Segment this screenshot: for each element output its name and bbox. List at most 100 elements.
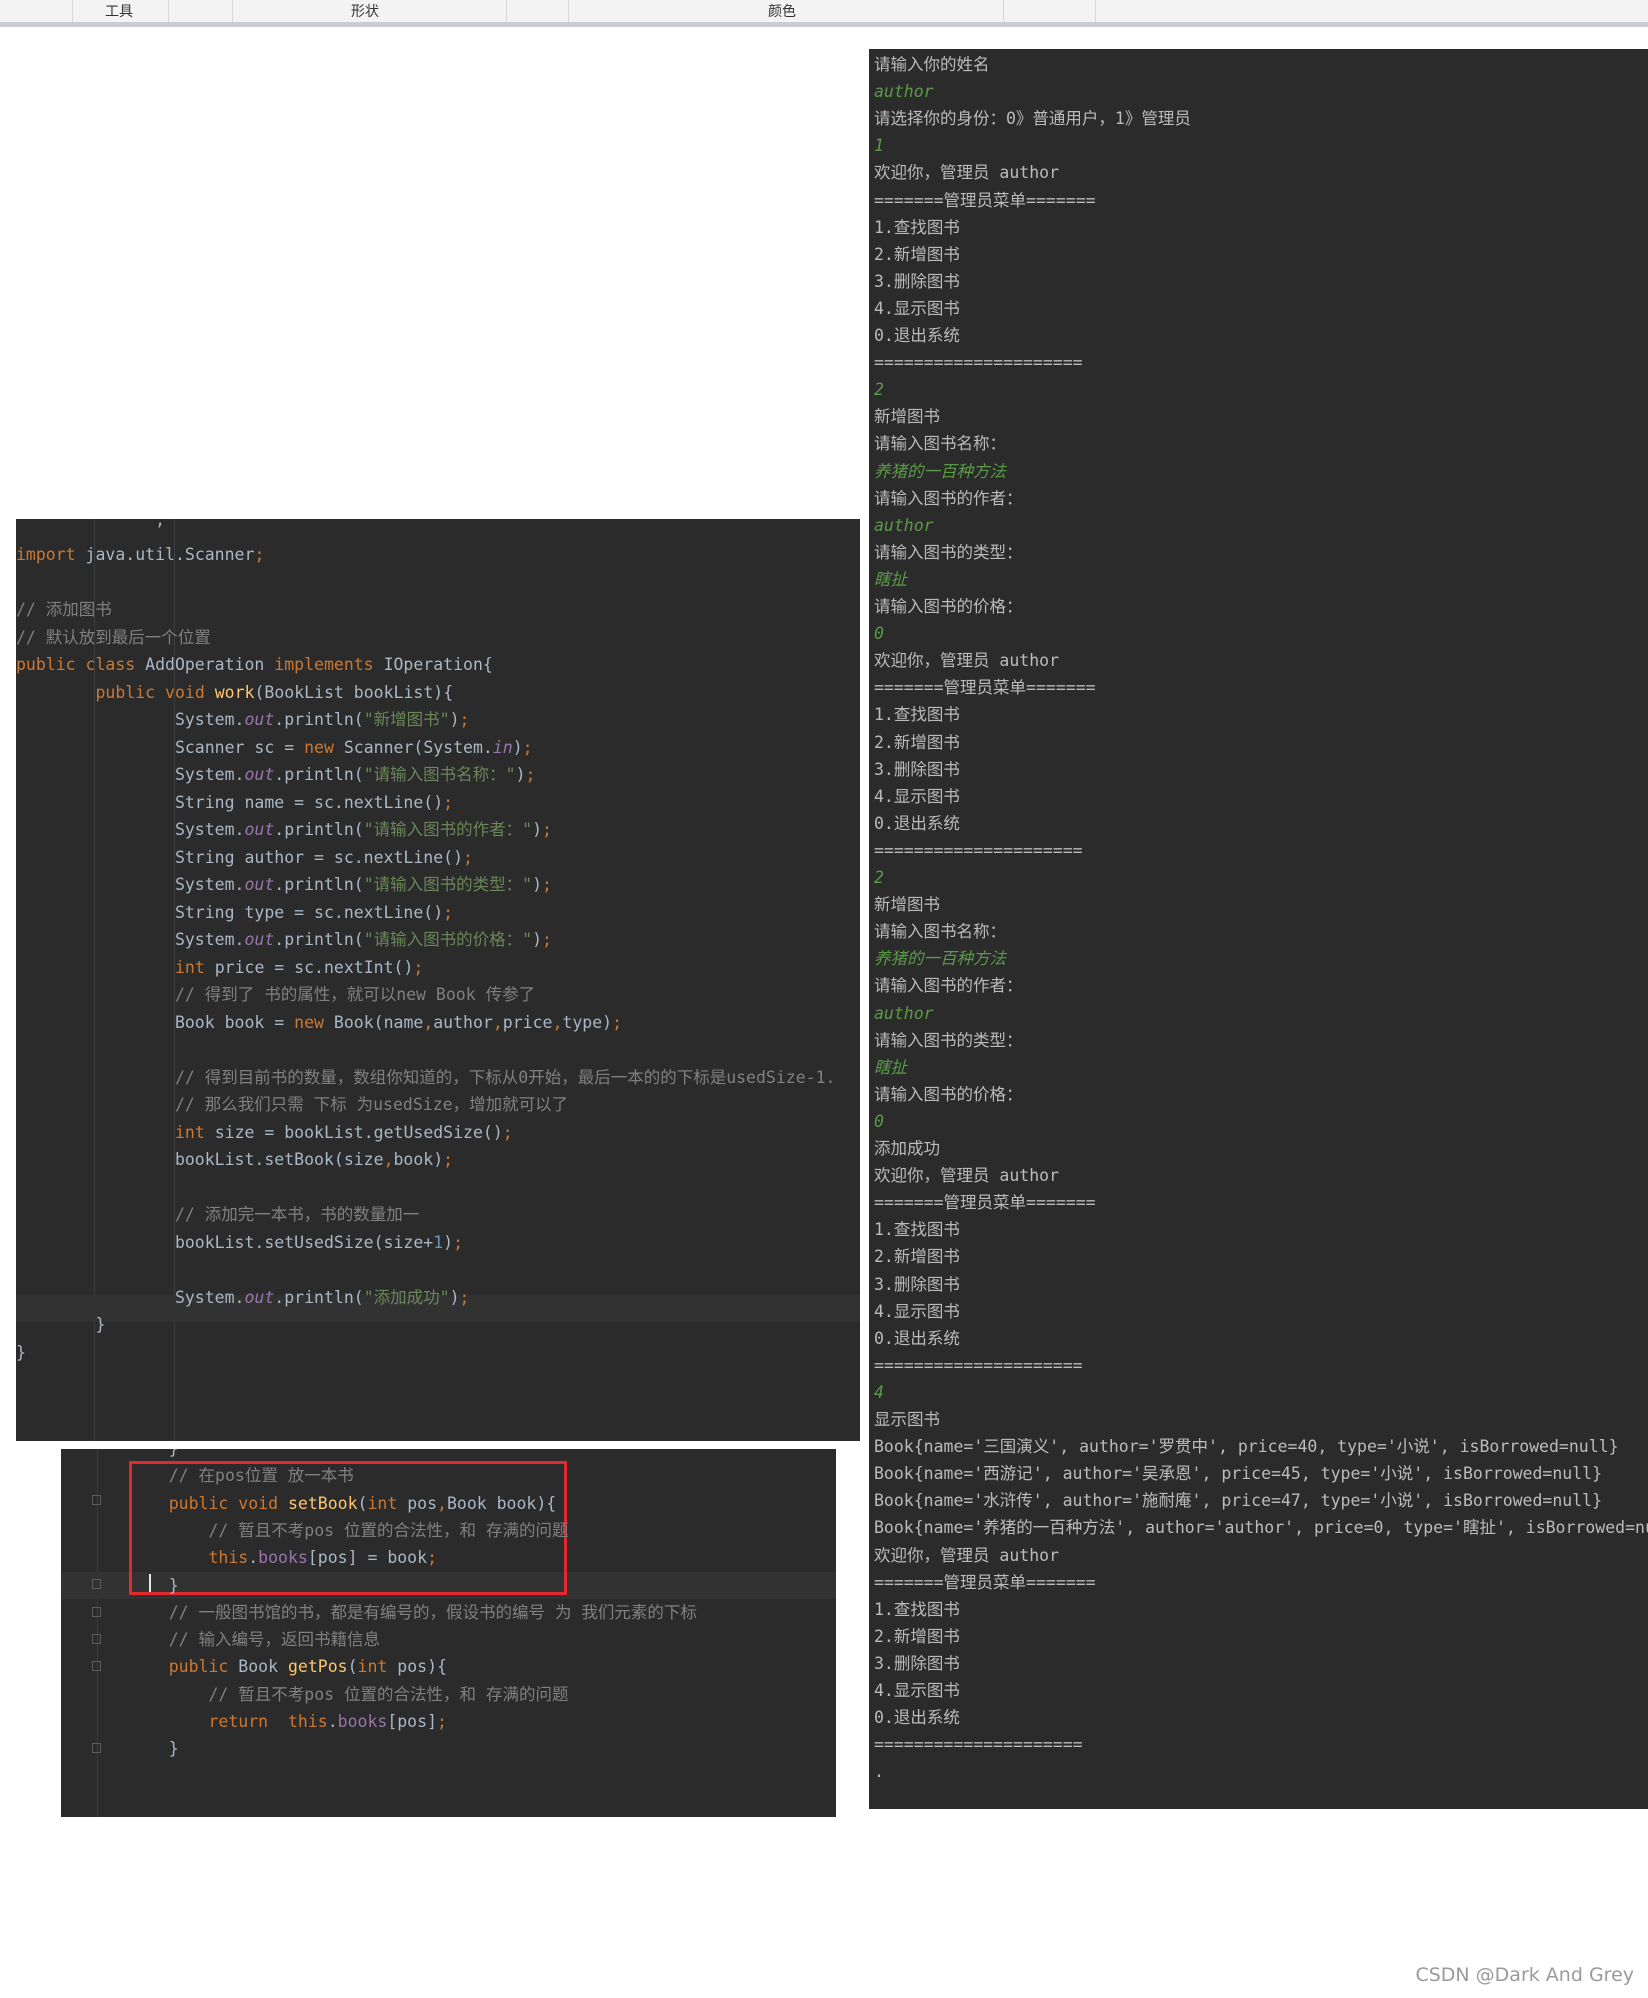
console-output-line: 请输入图书的类型： xyxy=(874,542,1023,562)
code-line: System.out.println("请输入图书的价格："); xyxy=(16,926,552,954)
ribbon-tools[interactable]: 工具 xyxy=(105,1,133,21)
console-output-line: 请输入图书的作者： xyxy=(874,488,1023,508)
code-line: public void work(BookList bookList){ xyxy=(16,679,453,707)
console-output-line: . xyxy=(874,1762,884,1782)
code-token: books xyxy=(337,1712,388,1731)
code-token: ; xyxy=(443,1150,454,1169)
code-token: ; xyxy=(525,765,536,784)
code-token: "请输入图书名称：" xyxy=(363,765,516,784)
code-token: author xyxy=(433,1012,493,1032)
code-token: System. xyxy=(16,1287,245,1307)
code-token: Scanner(System. xyxy=(343,737,493,757)
code-line: String author = sc.nextLine(); xyxy=(16,844,473,872)
code-token: . xyxy=(248,1548,259,1568)
code-token: ; xyxy=(443,792,454,812)
code-line: // 暂且不考pos 位置的合法性，和 存满的问题 xyxy=(129,1517,568,1545)
code-token: System. xyxy=(16,930,245,949)
console-output-line: 请输入图书名称： xyxy=(874,922,1006,942)
console-input-line: 养猪的一百种方法 xyxy=(874,461,1006,481)
code-line: import java.util.Scanner; xyxy=(16,541,264,569)
code-line: bookList.setBook(size,book); xyxy=(16,1146,453,1174)
console-output-line: 1.查找图书 xyxy=(874,1220,960,1240)
code-token: , xyxy=(492,1012,503,1032)
ribbon-colors[interactable]: 颜色 xyxy=(768,1,796,21)
console-output-line: 请选择你的身份：0》普通用户，1》管理员 xyxy=(874,109,1191,129)
fold-marker-icon[interactable] xyxy=(92,1607,101,1617)
code-token: System. xyxy=(16,875,245,894)
code-line: } xyxy=(16,1311,105,1339)
console-output-line: 1.查找图书 xyxy=(874,705,960,725)
console-output-line: 请输入图书名称： xyxy=(874,434,1006,454)
code-token: ; xyxy=(463,847,473,867)
console-output-line: 1.查找图书 xyxy=(874,217,960,237)
fold-marker-icon[interactable] xyxy=(92,1579,101,1589)
console-output-line: 0.退出系统 xyxy=(874,326,960,345)
fold-marker-icon[interactable] xyxy=(92,1661,101,1671)
code-token: "请输入图书的类型：" xyxy=(363,875,533,894)
fold-marker-icon[interactable] xyxy=(92,1634,101,1644)
console-output-line: 0.退出系统 xyxy=(874,1328,960,1348)
code-token: "请输入图书的价格：" xyxy=(363,930,533,949)
code-line: public Book getPos(int pos){ xyxy=(129,1653,447,1681)
code-token: // 默认放到最后一个位置 xyxy=(16,627,211,647)
console-output-line: 新增图书 xyxy=(874,407,940,427)
code-line: Scanner sc = new Scanner(System.in); xyxy=(16,734,533,762)
code-token: getPos xyxy=(287,1657,348,1677)
code-token: ) xyxy=(512,737,523,757)
code-token: ; xyxy=(542,930,552,949)
console-output-line: 4.显示图书 xyxy=(874,1681,960,1700)
code-token: this xyxy=(208,1548,249,1568)
console-output-line: Book{name='养猪的一百种方法', author='author', p… xyxy=(874,1518,1648,1538)
code-token: // 一般图书馆的书，都是有编号的，假设书的编号 为 我们元素的下标 xyxy=(168,1602,697,1622)
code-token: , xyxy=(437,1493,447,1513)
code-token: ( xyxy=(357,1493,368,1513)
console-output-line: 欢迎你，管理员 author xyxy=(874,163,1060,183)
console-output-line: 3.删除图书 xyxy=(874,759,960,779)
console-output-line: 新增图书 xyxy=(874,895,940,915)
code-token: String author = sc.nextLine() xyxy=(16,847,464,867)
code-token: ) xyxy=(449,1287,460,1307)
code-token: ; xyxy=(522,737,533,757)
code-token: bookList.setUsedSize(size+ xyxy=(16,1232,434,1252)
code-token: ; xyxy=(612,1012,623,1032)
code-token: in xyxy=(492,737,513,757)
code-line: System.out.println("请输入图书的类型："); xyxy=(16,871,552,899)
fold-marker-icon[interactable] xyxy=(92,1495,101,1505)
code-token: price xyxy=(502,1012,553,1032)
code-line: return this.books[pos]; xyxy=(129,1708,446,1736)
code-token: ; xyxy=(453,1232,464,1252)
ribbon-shapes[interactable]: 形状 xyxy=(351,1,379,21)
console-output-line: =======管理员菜单======= xyxy=(874,1193,1096,1213)
code-token: size = bookList.getUsedSize() xyxy=(214,1122,503,1142)
code-token: ; xyxy=(254,545,265,564)
code-line: System.out.println("新增图书"); xyxy=(16,706,470,734)
code-token: // 输入编号，返回书籍信息 xyxy=(168,1630,381,1650)
console-input-line: 4 xyxy=(874,1382,884,1402)
code-token: public void xyxy=(168,1493,288,1513)
code-token: int xyxy=(367,1493,408,1513)
console-input-line: 2 xyxy=(874,380,884,400)
console-output-line: 显示图书 xyxy=(874,1410,940,1429)
code-token: String type = sc.nextLine() xyxy=(16,902,444,922)
code-token: return this xyxy=(208,1712,328,1731)
console-output-line: 4.显示图书 xyxy=(874,298,960,318)
code-token: out xyxy=(244,820,275,839)
fold-marker-icon[interactable] xyxy=(92,1743,101,1753)
code-token: // 那么我们只需 下标 为usedSize，增加就可以了 xyxy=(174,1095,569,1114)
code-token: ; xyxy=(427,1548,437,1568)
console-output-line: =======管理员菜单======= xyxy=(874,1572,1096,1592)
code-token: "新增图书" xyxy=(363,710,450,729)
code-token: .println( xyxy=(274,1287,364,1307)
console-output-line: 请输入图书的价格： xyxy=(874,1084,1023,1104)
console-output-line: 欢迎你，管理员 author xyxy=(874,1545,1060,1565)
code-token: int xyxy=(357,1657,398,1677)
code-line: // 得到了 书的属性，就可以new Book 传参了 xyxy=(16,981,535,1009)
code-token: .println( xyxy=(274,710,364,729)
